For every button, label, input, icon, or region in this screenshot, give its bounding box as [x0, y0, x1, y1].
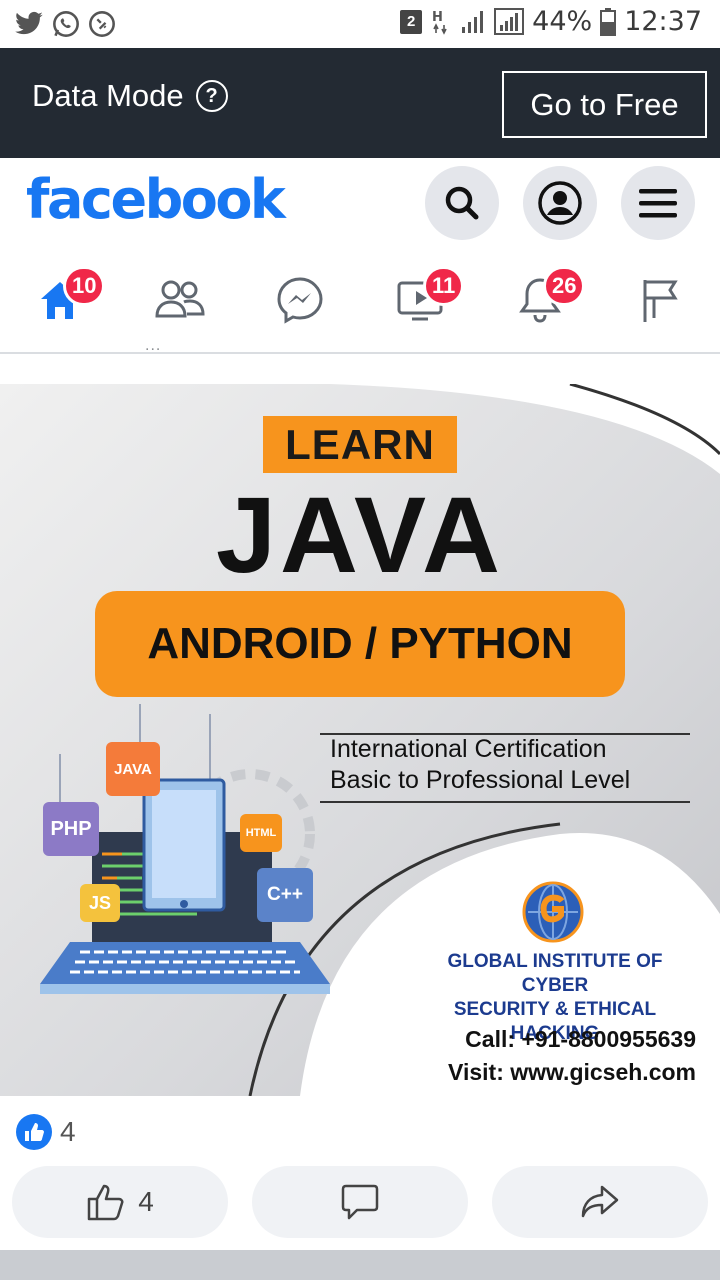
php-tag: PHP	[43, 802, 99, 856]
friends-icon	[155, 280, 205, 318]
facebook-logo[interactable]: facebook	[26, 168, 286, 231]
whatsapp-icon	[53, 11, 79, 37]
clock: 12:37	[624, 6, 702, 37]
html-tag: HTML	[240, 814, 282, 852]
help-icon[interactable]: ?	[195, 80, 228, 112]
java-title: JAVA	[215, 474, 505, 595]
twitter-icon	[15, 11, 43, 35]
like-reaction-icon	[16, 1114, 52, 1150]
comment-icon	[341, 1184, 379, 1220]
institute-line-1: GLOBAL INSTITUTE OF CYBER	[447, 951, 663, 996]
tab-pages[interactable]	[600, 250, 720, 350]
data-mode-title: Data Mode	[32, 78, 184, 113]
like-icon	[87, 1184, 124, 1221]
post-image[interactable]: LEARN JAVA ANDROID / PYTHON Internationa…	[0, 384, 720, 1096]
divider-bottom	[320, 801, 690, 803]
search-icon	[445, 186, 479, 220]
notifications-badge: 26	[543, 266, 586, 306]
subjects-banner: ANDROID / PYTHON	[95, 591, 625, 697]
tab-notifications[interactable]: 26	[480, 250, 600, 350]
messenger-icon	[277, 277, 323, 324]
tab-home[interactable]: 10	[0, 250, 120, 350]
home-badge: 10	[63, 266, 106, 306]
reaction-count: 4	[60, 1116, 76, 1147]
facebook-nav: 10 11 26	[0, 250, 720, 354]
tab-watch[interactable]: 11	[360, 250, 480, 350]
menu-icon	[639, 189, 677, 218]
learn-label: LEARN	[263, 416, 457, 473]
data-mode-label-wrap: Data Mode ?	[32, 78, 228, 114]
call-text: Call: +91-8800955639	[465, 1026, 696, 1052]
tab-messenger[interactable]	[240, 250, 360, 350]
go-to-free-button[interactable]: Go to Free	[502, 71, 707, 138]
visit-text: Visit: www.gicseh.com	[448, 1059, 696, 1085]
share-icon	[581, 1185, 619, 1218]
like-count: 4	[138, 1186, 154, 1217]
sim-slot-indicator: 2	[400, 9, 423, 34]
reaction-summary[interactable]: 4	[16, 1114, 76, 1150]
data-mode-bar: Data Mode ? Go to Free	[0, 48, 720, 158]
network-h-icon: H	[432, 10, 447, 35]
like-button[interactable]: 4	[12, 1166, 228, 1238]
call-icon	[89, 11, 115, 37]
institute-logo-icon	[522, 881, 584, 943]
profile-button[interactable]	[523, 166, 597, 240]
facebook-header: facebook	[0, 158, 720, 248]
search-button[interactable]	[425, 166, 499, 240]
svg-text:H: H	[432, 10, 443, 25]
feed-separator	[0, 1250, 720, 1280]
tab-friends[interactable]	[120, 250, 240, 350]
cert-line-2: Basic to Professional Level	[330, 766, 631, 794]
more-dots: ...	[145, 337, 162, 354]
share-button[interactable]	[492, 1166, 708, 1238]
comment-button[interactable]	[252, 1166, 468, 1238]
battery-icon	[600, 7, 617, 36]
battery-percent: 44%	[532, 6, 593, 37]
java-tag: JAVA	[106, 742, 160, 796]
cpp-tag: C++	[257, 868, 313, 922]
signal-icon	[462, 10, 484, 33]
profile-icon	[538, 181, 582, 225]
watch-badge: 11	[423, 266, 465, 306]
flag-icon	[643, 280, 678, 322]
signal-2-icon	[494, 7, 525, 35]
status-bar: 2 H 44% 12:37	[0, 0, 720, 48]
cert-line-1: International Certification	[330, 735, 607, 763]
js-tag: JS	[80, 884, 120, 922]
menu-button[interactable]	[621, 166, 695, 240]
